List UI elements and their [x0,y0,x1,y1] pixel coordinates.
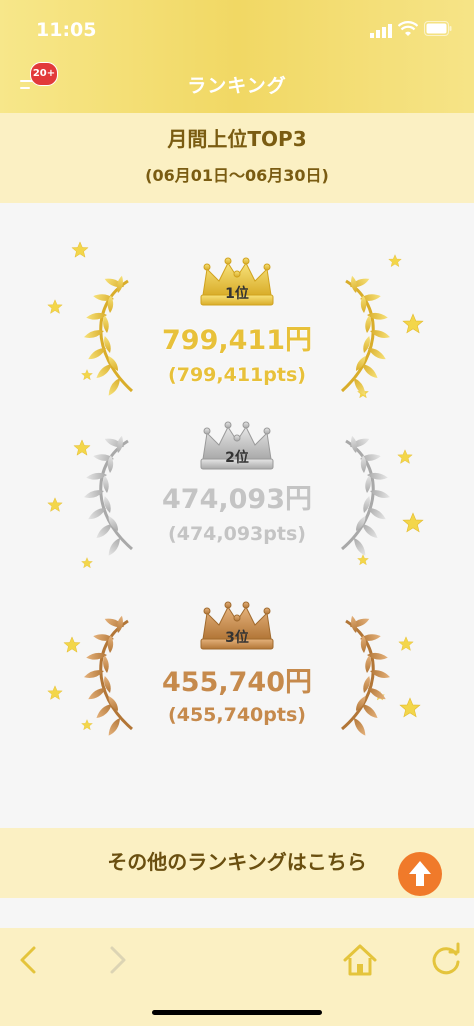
status-time: 11:05 [36,19,97,41]
rank-3-amount: 455,740円 [162,667,312,698]
period-range: (06月01日〜06月30日) [145,166,329,185]
home-indicator [152,1010,322,1015]
rank-3-points: (455,740pts) [168,704,306,726]
arrow-up-icon [409,861,431,886]
forward-icon[interactable] [96,940,136,980]
rank-1-label: 1位 [225,286,249,302]
star-icon [81,557,93,569]
page-title: ランキング [187,75,287,97]
status-bar: 11:05 [0,0,474,60]
star-icon [63,636,81,653]
back-icon[interactable] [10,940,50,980]
star-icon [398,636,414,651]
battery-icon [424,21,452,36]
rank-2-points: (474,093pts) [168,523,306,545]
star-icon [357,554,369,566]
star-icon [71,241,89,258]
cellular-signal-icon [370,24,392,38]
rank-1-amount: 799,411円 [162,325,312,356]
spacer [0,898,474,928]
rank-3-label: 3位 [225,630,249,646]
home-icon[interactable] [340,940,380,980]
rank-1-points: (799,411pts) [168,364,306,386]
star-icon [73,439,91,456]
star-icon [388,254,402,267]
rank-2-amount: 474,093円 [162,484,312,515]
rank-2-label: 2位 [225,450,249,466]
wifi-icon [398,21,418,36]
star-icon [397,449,413,464]
star-icon [47,299,63,314]
period-title: 月間上位TOP3 [167,127,307,151]
reload-icon[interactable] [426,940,466,980]
scroll-top-button[interactable] [398,852,442,896]
